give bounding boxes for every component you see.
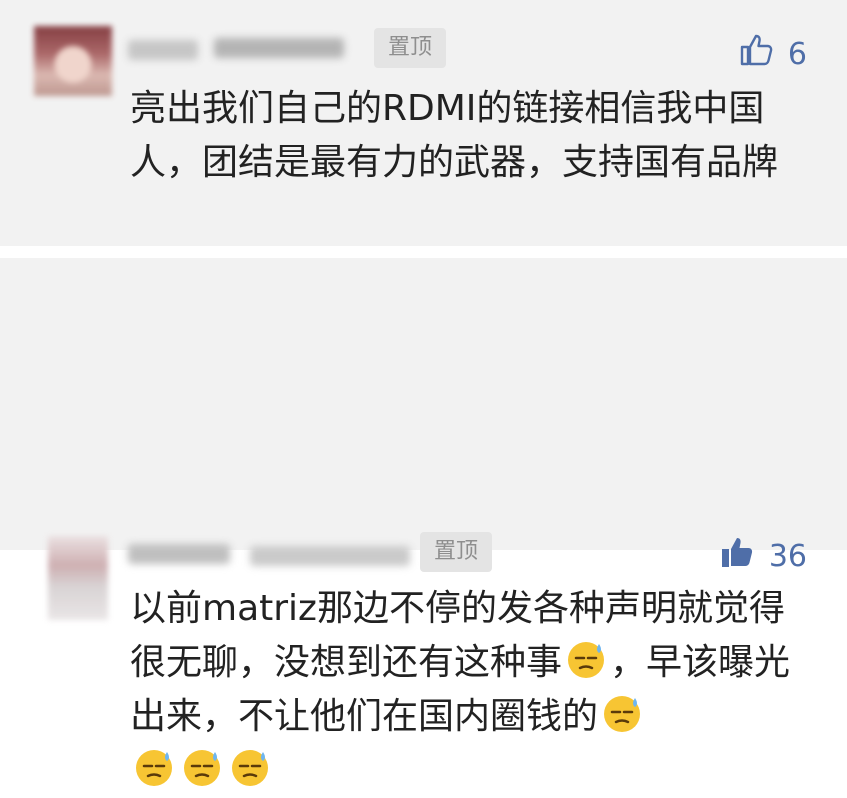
comment-card: 置顶 6 亮出我们自己的RDMI的链接相信我中国人，团结是最有力的武器，支持国有… [0,0,847,246]
sweat-smile-emoji-icon [568,642,605,678]
divider [0,246,847,258]
sweat-smile-emoji-icon [604,696,641,732]
username-blurred[interactable] [128,40,198,60]
username-blurred [214,38,344,58]
like-button[interactable]: 36 [719,534,807,579]
avatar[interactable] [34,26,112,96]
like-count: 36 [768,538,807,574]
username-blurred[interactable] [128,544,230,564]
comment-text: 亮出我们自己的RDMI的链接相信我中国人，团结是最有力的武器，支持国有品牌 [130,88,779,183]
like-button[interactable]: 6 [738,32,807,77]
sweat-smile-emoji-icon [232,750,268,786]
comment-card: 置顶 36 以前matriz那边不停的发各种声明就觉得很无聊，没想到还有这种事，… [0,258,847,786]
sweat-smile-emoji-icon [136,750,172,786]
username-blurred [250,546,410,566]
thumbs-up-filled-icon [719,534,755,579]
thumbs-up-icon [738,32,774,77]
pinned-badge: 置顶 [420,532,493,572]
avatar[interactable] [48,536,108,620]
sweat-smile-emoji-icon [184,750,220,786]
comment-text: 以前matriz那边不停的发各种声明就觉得很无聊，没想到还有这种事 ，早该曝光出来… [130,582,810,798]
like-count: 6 [787,36,807,72]
pinned-badge: 置顶 [374,28,447,68]
